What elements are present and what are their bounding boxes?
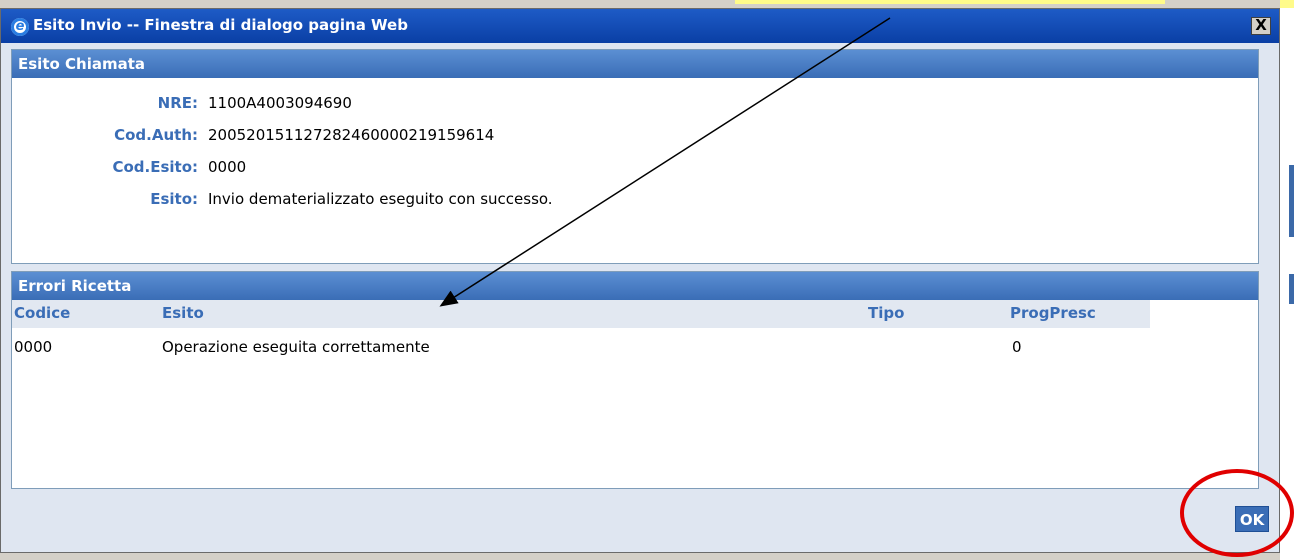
internet-explorer-icon: e (11, 18, 29, 36)
field-cod-auth: Cod.Auth: 200520151127282460000219159614 (12, 126, 1258, 148)
ok-button[interactable]: OK (1235, 506, 1269, 532)
table-row[interactable]: 0000 Operazione eseguita correttamente 0 (12, 334, 1150, 360)
background-window-strip (1280, 0, 1294, 560)
field-nre: NRE: 1100A4003094690 (12, 94, 1258, 116)
dialog-window: e Esito Invio -- Finestra di dialogo pag… (0, 8, 1280, 553)
field-value: Invio dematerializzato eseguito con succ… (208, 190, 553, 208)
field-label: Cod.Esito: (112, 158, 198, 176)
column-header-esito: Esito (162, 304, 204, 322)
title-bar[interactable]: e Esito Invio -- Finestra di dialogo pag… (1, 9, 1279, 43)
errori-ricetta-header: Errori Ricetta (12, 272, 1258, 300)
column-header-tipo: Tipo (868, 304, 905, 322)
esito-chiamata-panel: Esito Chiamata NRE: 1100A4003094690 Cod.… (11, 49, 1259, 264)
errori-ricetta-panel: Errori Ricetta Codice Esito Tipo ProgPre… (11, 271, 1259, 489)
cell-progpresc: 0 (1012, 338, 1022, 356)
column-header-progpresc: ProgPresc (1010, 304, 1096, 322)
close-button[interactable]: X (1251, 17, 1271, 35)
esito-chiamata-header: Esito Chiamata (12, 50, 1258, 78)
field-cod-esito: Cod.Esito: 0000 (12, 158, 1258, 180)
cell-esito: Operazione eseguita correttamente (162, 338, 430, 356)
field-label: Cod.Auth: (114, 126, 198, 144)
cell-codice: 0000 (14, 338, 53, 356)
window-title: Esito Invio -- Finestra di dialogo pagin… (33, 16, 408, 34)
field-value: 200520151127282460000219159614 (208, 126, 495, 144)
field-label: NRE: (157, 94, 198, 112)
field-label: Esito: (150, 190, 198, 208)
background-highlight (735, 0, 1165, 4)
field-esito: Esito: Invio dematerializzato eseguito c… (12, 190, 1258, 212)
field-value: 1100A4003094690 (208, 94, 352, 112)
table-header: Codice Esito Tipo ProgPresc (12, 300, 1150, 328)
column-header-codice: Codice (14, 304, 71, 322)
field-value: 0000 (208, 158, 247, 176)
